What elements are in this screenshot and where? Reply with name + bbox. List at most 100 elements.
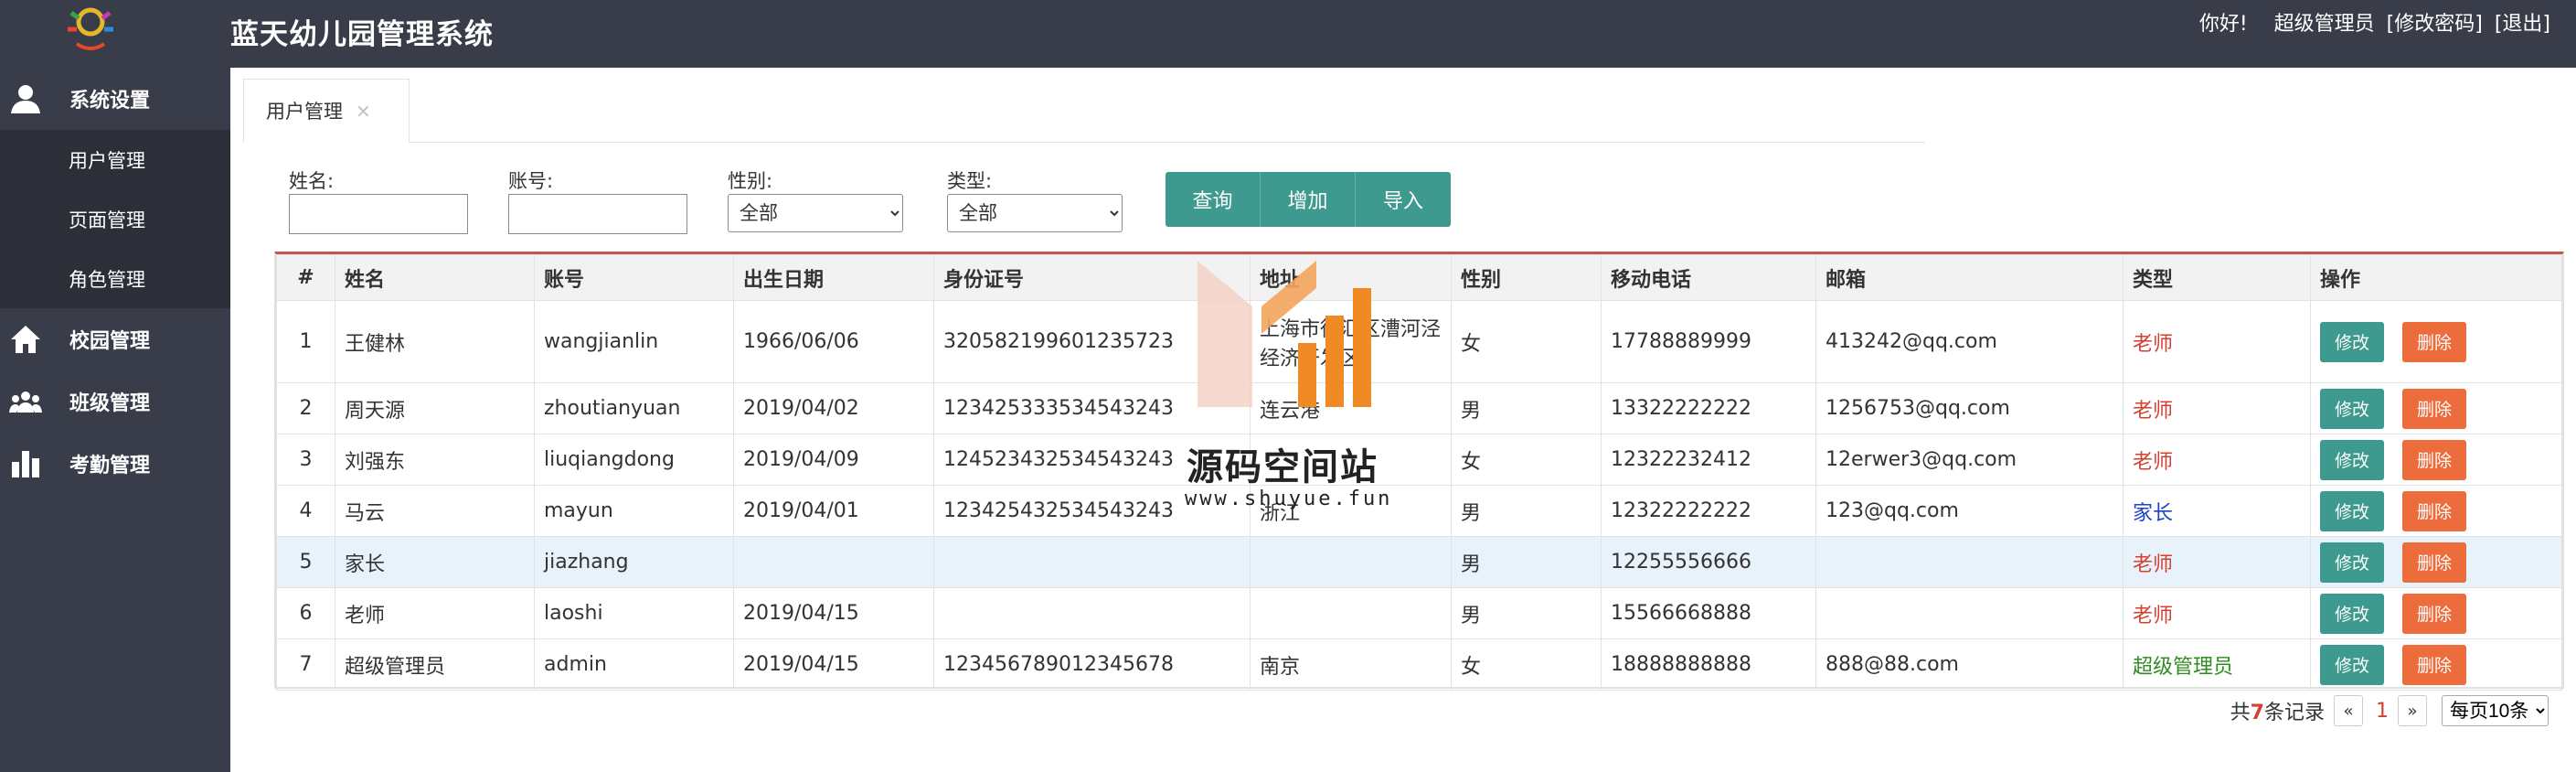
delete-button[interactable]: 删除	[2402, 388, 2466, 429]
cell-phone: 13322222222	[1601, 382, 1816, 434]
sidebar-item-label: 系统设置	[69, 90, 151, 113]
next-page-button[interactable]: »	[2398, 695, 2427, 726]
table-row: 5 家长 jiazhang 男 12255556666 老师 修改 删除	[276, 536, 2562, 588]
type-label: 类型:	[947, 170, 993, 192]
cell-birth: 2019/04/15	[733, 638, 934, 691]
delete-button[interactable]: 删除	[2402, 644, 2466, 685]
sidebar-item-campus-management[interactable]: 校园管理	[0, 308, 230, 370]
cell-account: jiazhang	[534, 536, 734, 588]
cell-address	[1250, 587, 1452, 639]
cell-gender: 女	[1451, 638, 1602, 691]
pagination: 共7条记录 « 1 » 每页10条	[2230, 695, 2549, 726]
cell-account: wangjianlin	[534, 300, 734, 383]
cell-actions: 修改 删除	[2310, 382, 2562, 434]
gender-select[interactable]: 全部	[728, 194, 903, 232]
edit-button[interactable]: 修改	[2320, 388, 2384, 429]
cell-email	[1815, 536, 2124, 588]
cell-actions: 修改 删除	[2310, 638, 2562, 691]
row-index: 1	[276, 300, 335, 383]
sidebar-item-attendance-management[interactable]: 考勤管理	[0, 433, 230, 495]
header-type: 类型	[2123, 254, 2311, 301]
cell-phone: 18888888888	[1601, 638, 1816, 691]
gender-field: 性别: 全部	[728, 166, 903, 232]
cell-phone: 12255556666	[1601, 536, 1816, 588]
delete-button[interactable]: 删除	[2402, 490, 2466, 531]
user-table: # 姓名 账号 出生日期 身份证号 地址 性别 移动电话 邮箱 类型 操作 1王…	[274, 252, 2564, 691]
cell-email: 888@88.com	[1815, 638, 2124, 691]
page-size-select[interactable]: 每页10条	[2442, 695, 2549, 726]
cell-gender: 男	[1451, 382, 1602, 434]
sidebar-item-role-management[interactable]: 角色管理	[0, 249, 230, 308]
row-index: 3	[276, 434, 335, 486]
delete-button[interactable]: 删除	[2402, 541, 2466, 583]
account-field: 账号:	[508, 166, 687, 234]
cell-birth: 2019/04/02	[733, 382, 934, 434]
home-icon	[9, 323, 42, 356]
edit-button[interactable]: 修改	[2320, 541, 2384, 583]
type-field: 类型: 全部	[947, 166, 1123, 232]
cell-id-number: 320582199601235723	[933, 300, 1251, 383]
row-index: 2	[276, 382, 335, 434]
gender-label: 性别:	[728, 170, 773, 192]
row-index: 4	[276, 485, 335, 537]
header-id: 身份证号	[933, 254, 1251, 301]
cell-phone: 12322232412	[1601, 434, 1816, 486]
header-address: 地址	[1250, 254, 1452, 301]
logout-link[interactable]: [退出]	[2495, 13, 2550, 36]
sidebar-item-class-management[interactable]: 班级管理	[0, 370, 230, 433]
sidebar-item-system-settings[interactable]: 系统设置	[0, 68, 230, 130]
delete-button[interactable]: 删除	[2402, 439, 2466, 480]
cell-gender: 女	[1451, 300, 1602, 383]
cell-id-number	[933, 587, 1251, 639]
cell-account: liuqiangdong	[534, 434, 734, 486]
name-input[interactable]	[289, 194, 468, 234]
account-input[interactable]	[508, 194, 687, 234]
delete-button[interactable]: 删除	[2402, 321, 2466, 362]
cell-email: 413242@qq.com	[1815, 300, 2124, 383]
cell-id-number: 124523432534543243	[933, 434, 1251, 486]
change-password-link[interactable]: [修改密码]	[2387, 13, 2483, 36]
close-icon[interactable]: ×	[356, 100, 371, 122]
sub-menu: 用户管理 页面管理 角色管理	[0, 130, 230, 308]
add-button[interactable]: 增加	[1261, 172, 1356, 227]
user-role: 超级管理员	[2273, 13, 2375, 36]
import-button[interactable]: 导入	[1356, 172, 1451, 227]
cell-actions: 修改 删除	[2310, 536, 2562, 588]
user-bar: 你好! 超级管理员 [修改密码] [退出]	[2194, 7, 2550, 37]
cell-name: 周天源	[335, 382, 535, 434]
user-icon	[9, 82, 42, 115]
sidebar-item-page-management[interactable]: 页面管理	[0, 189, 230, 249]
current-page[interactable]: 1	[2376, 700, 2389, 723]
cell-type: 老师	[2123, 300, 2311, 383]
cell-actions: 修改 删除	[2310, 485, 2562, 537]
cell-type: 老师	[2123, 382, 2311, 434]
edit-button[interactable]: 修改	[2320, 593, 2384, 634]
cell-birth	[733, 536, 934, 588]
prev-page-button[interactable]: «	[2334, 695, 2363, 726]
table-row: 1 王健林 wangjianlin 1966/06/06 320582199601235…	[276, 300, 2562, 383]
tab-user-management[interactable]: 用户管理 ×	[243, 79, 410, 143]
cell-type: 超级管理员	[2123, 638, 2311, 691]
delete-button[interactable]: 删除	[2402, 593, 2466, 634]
cell-address: 浙江	[1250, 485, 1452, 537]
type-select[interactable]: 全部	[947, 194, 1123, 232]
cell-birth: 2019/04/09	[733, 434, 934, 486]
cell-address	[1250, 434, 1452, 486]
sidebar-item-label: 班级管理	[69, 392, 151, 415]
edit-button[interactable]: 修改	[2320, 644, 2384, 685]
sidebar-item-user-management[interactable]: 用户管理	[0, 130, 230, 189]
cell-name: 家长	[335, 536, 535, 588]
total-suffix: 条记录	[2263, 702, 2325, 724]
edit-button[interactable]: 修改	[2320, 321, 2384, 362]
header-index: #	[276, 254, 335, 301]
account-label: 账号:	[508, 170, 554, 192]
cell-birth: 1966/06/06	[733, 300, 934, 383]
edit-button[interactable]: 修改	[2320, 439, 2384, 480]
logo-icon	[68, 7, 113, 50]
table-header-row: # 姓名 账号 出生日期 身份证号 地址 性别 移动电话 邮箱 类型 操作	[276, 254, 2562, 301]
edit-button[interactable]: 修改	[2320, 490, 2384, 531]
cell-actions: 修改 删除	[2310, 434, 2562, 486]
query-button[interactable]: 查询	[1166, 172, 1261, 227]
cell-name: 马云	[335, 485, 535, 537]
cell-birth: 2019/04/01	[733, 485, 934, 537]
